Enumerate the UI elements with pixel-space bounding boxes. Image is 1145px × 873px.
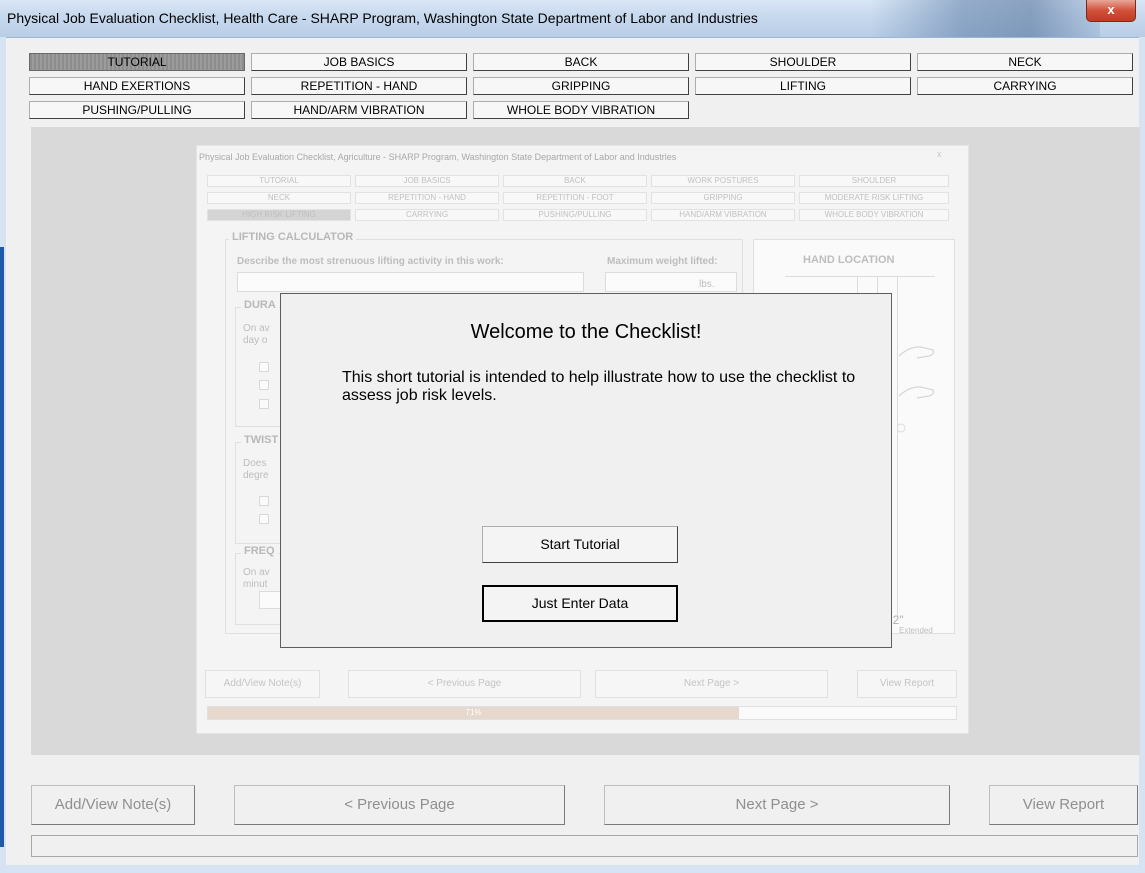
preview-tab: BACK — [503, 175, 647, 187]
preview-close-icon: x — [937, 149, 942, 159]
tab-back[interactable]: BACK — [473, 53, 689, 71]
tab-carrying[interactable]: CARRYING — [917, 77, 1133, 95]
preview-checkbox — [259, 496, 269, 506]
preview-tab: MODERATE RISK LIFTING — [799, 192, 949, 204]
preview-notes-button: Add/View Note(s) — [205, 670, 320, 698]
preview-duration-legend: DURA — [241, 299, 279, 311]
preview-tab: PUSHING/PULLING — [503, 209, 647, 221]
close-button[interactable]: x — [1086, 0, 1136, 22]
tab-pushing-pulling[interactable]: PUSHING/PULLING — [29, 101, 245, 119]
preview-hand-icon — [897, 346, 935, 433]
preview-tab: NECK — [207, 192, 351, 204]
tab-shoulder[interactable]: SHOULDER — [695, 53, 911, 71]
preview-divider — [785, 276, 935, 277]
tab-job-basics[interactable]: JOB BASICS — [251, 53, 467, 71]
preview-previous-button: < Previous Page — [348, 670, 581, 698]
welcome-body-text: This short tutorial is intended to help … — [342, 369, 856, 404]
preview-progress-fill: 71% — [208, 707, 740, 719]
title-bar: Physical Job Evaluation Checklist, Healt… — [0, 0, 1145, 38]
tab-lifting[interactable]: LIFTING — [695, 77, 911, 95]
welcome-dialog: Welcome to the Checklist! This short tut… — [280, 293, 892, 648]
preview-progress-bar: 71% — [207, 706, 957, 720]
preview-checkbox — [259, 380, 269, 390]
next-page-button[interactable]: Next Page > — [604, 785, 950, 825]
close-icon[interactable]: x — [1107, 2, 1114, 17]
preview-checkbox — [259, 362, 269, 372]
tab-tutorial[interactable]: TUTORIAL — [29, 53, 245, 71]
progress-bar — [31, 835, 1138, 857]
title-bar-glow — [870, 0, 1100, 37]
preview-tab: JOB BASICS — [355, 175, 499, 187]
tab-neck[interactable]: NECK — [917, 53, 1133, 71]
window-left-border — [0, 37, 6, 873]
preview-tab: HIGH RISK LIFTING — [207, 209, 351, 221]
preview-twisting-legend: TWIST — [241, 434, 282, 446]
just-enter-data-button[interactable]: Just Enter Data — [482, 585, 678, 622]
preview-lbs-label: lbs. — [699, 279, 715, 290]
tab-whole-body-vibration[interactable]: WHOLE BODY VIBRATION — [473, 101, 689, 119]
tab-repetition-hand[interactable]: REPETITION - HAND — [251, 77, 467, 95]
preview-tab: REPETITION - HAND — [355, 192, 499, 204]
preview-tab: WHOLE BODY VIBRATION — [799, 209, 949, 221]
tab-hand-arm-vibration[interactable]: HAND/ARM VIBRATION — [251, 101, 467, 119]
preview-twisting-text: degre — [243, 470, 269, 481]
preview-tab: WORK POSTURES — [651, 175, 795, 187]
preview-tab: TUTORIAL — [207, 175, 351, 187]
view-report-button[interactable]: View Report — [989, 785, 1138, 825]
window-left-accent — [0, 247, 4, 847]
preview-report-button: View Report — [857, 670, 957, 698]
preview-tab: GRIPPING — [651, 192, 795, 204]
preview-duration-text: day o — [243, 335, 268, 346]
preview-tab: CARRYING — [355, 209, 499, 221]
preview-twisting-text: Does — [243, 458, 267, 469]
window-bottom-border — [0, 865, 1145, 873]
preview-divider — [897, 276, 898, 616]
preview-extended-label: Extended — [899, 626, 933, 635]
preview-checkbox — [259, 399, 269, 409]
preview-max-weight-label: Maximum weight lifted: — [607, 256, 718, 267]
welcome-heading: Welcome to the Checklist! — [470, 321, 702, 343]
preview-hand-location-title: HAND LOCATION — [803, 254, 895, 266]
tab-gripping[interactable]: GRIPPING — [473, 77, 689, 95]
preview-tab: REPETITION - FOOT — [503, 192, 647, 204]
preview-frequency-text: minut — [243, 579, 268, 590]
preview-tab: HAND/ARM VIBRATION — [651, 209, 795, 221]
add-view-notes-button[interactable]: Add/View Note(s) — [31, 785, 195, 825]
window-title: Physical Job Evaluation Checklist, Healt… — [7, 10, 758, 26]
preview-weight-input — [605, 272, 737, 292]
preview-describe-input — [237, 272, 584, 292]
start-tutorial-button[interactable]: Start Tutorial — [482, 526, 678, 563]
preview-frequency-text: On av — [243, 567, 270, 578]
preview-frequency-legend: FREQ — [241, 545, 278, 557]
tab-hand-exertions[interactable]: HAND EXERTIONS — [29, 77, 245, 95]
preview-lifting-calculator-legend: LIFTING CALCULATOR — [229, 231, 357, 243]
previous-page-button[interactable]: < Previous Page — [234, 785, 565, 825]
preview-describe-label: Describe the most strenuous lifting acti… — [237, 256, 504, 267]
preview-window-title: Physical Job Evaluation Checklist, Agric… — [199, 152, 677, 162]
preview-checkbox — [259, 514, 269, 524]
preview-duration-text: On av — [243, 323, 270, 334]
preview-tab: SHOULDER — [799, 175, 949, 187]
preview-next-button: Next Page > — [595, 670, 828, 698]
